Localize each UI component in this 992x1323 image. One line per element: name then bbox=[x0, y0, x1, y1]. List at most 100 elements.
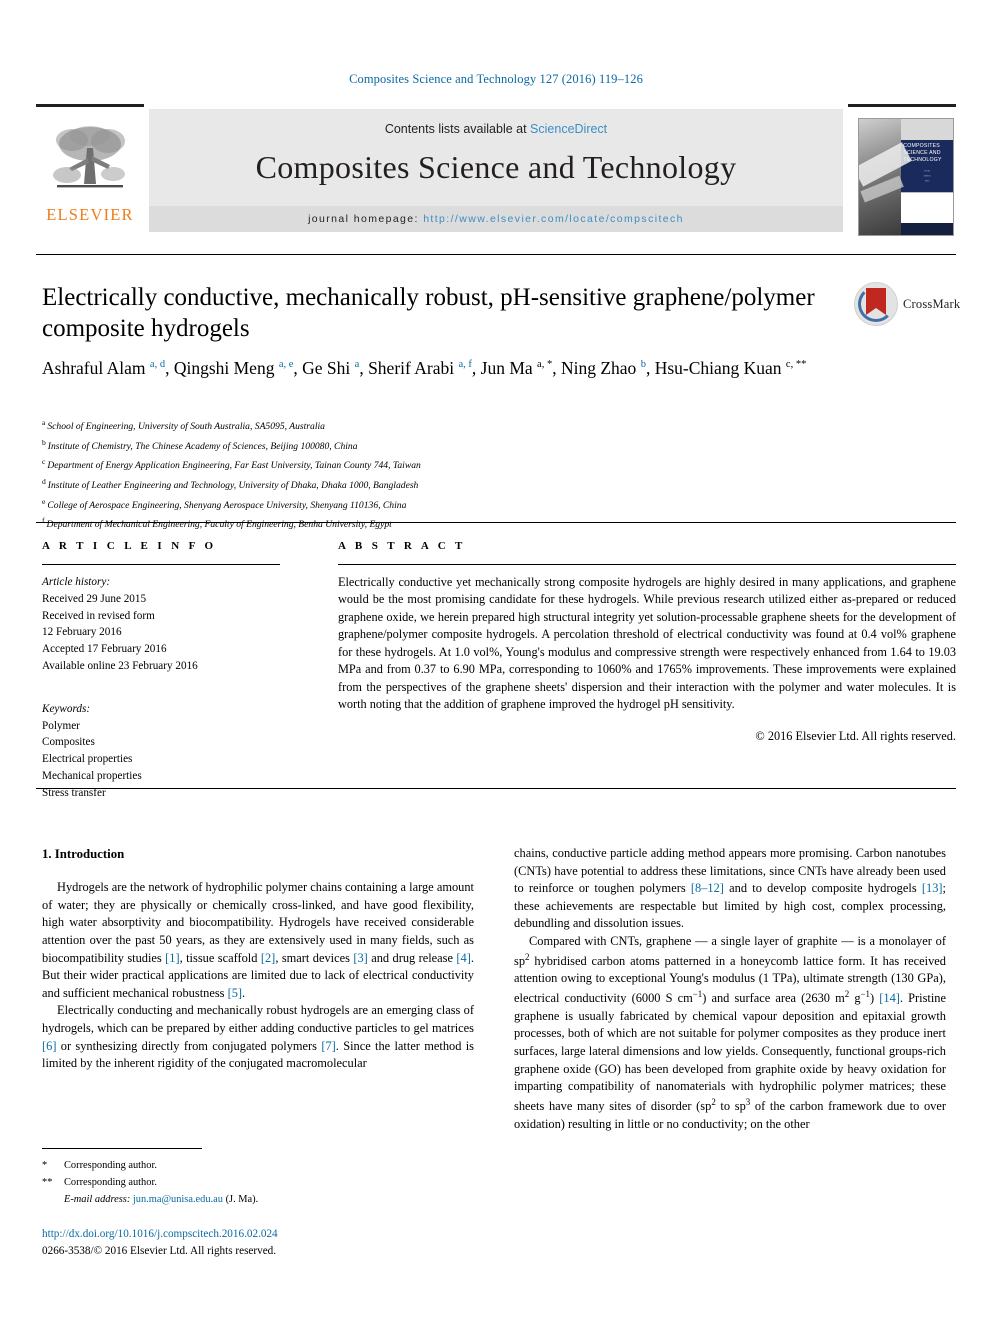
superscript: −1 bbox=[860, 989, 870, 999]
contents-prefix: Contents lists available at bbox=[384, 122, 531, 136]
footnote-corresponding-2: ** Corresponding author. bbox=[42, 1175, 482, 1192]
contents-available-line: Contents lists available at ScienceDirec… bbox=[149, 109, 843, 136]
body-paragraph: chains, conductive particle adding metho… bbox=[514, 846, 946, 931]
body-column-left: 1. Introduction Hydrogels are the networ… bbox=[42, 845, 474, 1073]
intro-paragraphs-left: Hydrogels are the network of hydrophilic… bbox=[42, 879, 474, 1073]
citation-link[interactable]: [1] bbox=[165, 951, 179, 965]
body-column-right: chains, conductive particle adding metho… bbox=[514, 845, 946, 1133]
cover-photo bbox=[859, 119, 902, 235]
section-heading-introduction: 1. Introduction bbox=[42, 847, 125, 861]
citation-link[interactable]: [6] bbox=[42, 1039, 56, 1053]
footnote-mark: * bbox=[42, 1160, 48, 1171]
affiliation-mark: f bbox=[42, 516, 45, 526]
author-name: Ge Shi bbox=[302, 358, 355, 378]
abstract-copyright: © 2016 Elsevier Ltd. All rights reserved… bbox=[755, 728, 956, 743]
article-info-heading: A R T I C L E I N F O bbox=[42, 540, 217, 552]
affiliation-mark: a bbox=[42, 418, 46, 427]
affiliation-item: a School of Engineering, University of So… bbox=[42, 416, 902, 436]
affiliation-item: d Institute of Leather Engineering and Te… bbox=[42, 475, 902, 495]
article-history-label: Article history: bbox=[42, 576, 111, 588]
article-title: Electrically conductive, mechanically ro… bbox=[42, 284, 815, 342]
abstract-block-top-rule bbox=[36, 522, 956, 523]
elsevier-tree-icon bbox=[53, 126, 125, 188]
footnote-divider bbox=[42, 1148, 202, 1149]
keyword-item: Stress transfer bbox=[42, 786, 106, 799]
body-paragraph: Electrically conducting and mechanically… bbox=[42, 1003, 474, 1071]
history-line: Accepted 17 February 2016 bbox=[42, 643, 167, 656]
crossmark-badge[interactable]: CrossMark bbox=[854, 281, 966, 327]
footnote-email-line: E-mail address: jun.ma@unisa.edu.au (J. … bbox=[42, 1192, 482, 1209]
keyword-item: Polymer bbox=[42, 719, 80, 732]
doi-link[interactable]: http://dx.doi.org/10.1016/j.compscitech.… bbox=[42, 1226, 278, 1243]
author-affiliation-marks: a, d bbox=[149, 359, 166, 371]
keyword-item: Electrical properties bbox=[42, 753, 133, 766]
author-name: Qingshi Meng bbox=[173, 358, 279, 378]
article-info-rule bbox=[42, 564, 280, 565]
citation-link[interactable]: [5] bbox=[228, 986, 242, 1000]
article-history-lines: Received 29 June 2015 Received in revise… bbox=[42, 591, 280, 675]
history-line: Received in revised form bbox=[42, 609, 155, 622]
superscript: 3 bbox=[745, 1096, 751, 1107]
affiliation-item: f Department of Mechanical Engineering, F… bbox=[42, 514, 902, 534]
affiliation-text: Institute of Chemistry, The Chinese Acad… bbox=[47, 440, 358, 452]
author-affiliation-marks: c, ** bbox=[785, 359, 807, 371]
email-address-link[interactable]: jun.ma@unisa.edu.au bbox=[133, 1194, 223, 1205]
affiliation-mark: e bbox=[42, 496, 46, 506]
cover-title-line-2: SCIENCE AND bbox=[903, 149, 941, 156]
abstract-rule bbox=[338, 564, 956, 565]
cover-title-band: COMPOSITES SCIENCE AND TECHNOLOGY ••••• •… bbox=[901, 139, 953, 193]
author-name: Jun Ma bbox=[480, 358, 538, 378]
citation-link[interactable]: [13] bbox=[922, 881, 943, 895]
body-paragraph: Compared with CNTs, graphene — a single … bbox=[514, 934, 946, 1131]
affiliation-text: Department of Energy Application Enginee… bbox=[47, 460, 421, 472]
elsevier-wordmark: ELSEVIER bbox=[46, 205, 134, 224]
history-line: Received 29 June 2015 bbox=[42, 592, 147, 605]
masthead-rule-right bbox=[848, 104, 956, 107]
journal-homepage-bar: journal homepage: http://www.elsevier.co… bbox=[149, 206, 843, 232]
article-info-column: A R T I C L E I N F O Article history: R… bbox=[42, 540, 280, 802]
cover-title-line-1: COMPOSITES bbox=[903, 142, 940, 149]
author-name: Hsu-Chiang Kuan bbox=[654, 358, 786, 378]
elsevier-logo: ELSEVIER bbox=[42, 118, 138, 230]
title-divider bbox=[36, 254, 956, 255]
affiliation-list: a School of Engineering, University of So… bbox=[42, 416, 902, 534]
journal-cover-thumbnail: COMPOSITES SCIENCE AND TECHNOLOGY ••••• •… bbox=[858, 118, 954, 236]
citation-link[interactable]: [7] bbox=[321, 1039, 335, 1053]
footnote-mark: ** bbox=[42, 1176, 53, 1188]
email-address-label: E-mail address: bbox=[64, 1193, 131, 1205]
author-affiliation-marks: b bbox=[640, 359, 646, 371]
author-name: Ashraful Alam bbox=[42, 358, 150, 378]
superscript: 2 bbox=[525, 951, 530, 962]
citation-link[interactable]: [2] bbox=[261, 951, 275, 965]
citation-link[interactable]: [4] bbox=[456, 951, 470, 965]
footnote-text: Corresponding author. bbox=[64, 1160, 157, 1171]
affiliation-item: b Institute of Chemistry, The Chinese Aca… bbox=[42, 436, 902, 456]
footnote-corresponding-1: * Corresponding author. bbox=[42, 1158, 482, 1175]
sciencedirect-link[interactable]: ScienceDirect bbox=[530, 122, 607, 136]
author-name: Ning Zhao bbox=[560, 358, 641, 378]
homepage-label: journal homepage: bbox=[308, 213, 419, 225]
citation-link[interactable]: [8–12] bbox=[691, 881, 724, 895]
citation-link[interactable]: [3] bbox=[353, 951, 367, 965]
abstract-column: A B S T R A C T Electrically conductive … bbox=[338, 540, 956, 744]
affiliation-mark: b bbox=[42, 437, 46, 447]
cover-header-band bbox=[901, 119, 953, 140]
affiliation-text: College of Aerospace Engineering, Shenya… bbox=[47, 499, 407, 511]
affiliation-text: School of Engineering, University of Sou… bbox=[47, 421, 325, 433]
journal-masthead: ELSEVIER Contents lists available at Sci… bbox=[36, 104, 956, 236]
author-affiliation-marks: a, e bbox=[278, 359, 294, 371]
homepage-url-link[interactable]: http://www.elsevier.com/locate/compscite… bbox=[423, 213, 684, 225]
superscript: −1 bbox=[692, 989, 703, 999]
author-list: Ashraful Alam a, d, Qingshi Meng a, e, G… bbox=[42, 358, 807, 378]
affiliation-mark: d bbox=[42, 477, 46, 487]
affiliation-text: Institute of Leather Engineering and Tec… bbox=[47, 480, 419, 492]
crossmark-icon bbox=[854, 282, 898, 326]
footnote-text: Corresponding author. bbox=[64, 1176, 157, 1188]
abstract-heading: A B S T R A C T bbox=[338, 540, 466, 552]
history-line: 12 February 2016 bbox=[42, 626, 122, 639]
keyword-item: Mechanical properties bbox=[42, 769, 142, 782]
cover-subtext: ••••• •••••• •••• bbox=[923, 168, 931, 184]
citation-link[interactable]: [14] bbox=[879, 991, 900, 1005]
cover-text-panel: COMPOSITES SCIENCE AND TECHNOLOGY ••••• •… bbox=[901, 119, 953, 235]
affiliation-item: e College of Aerospace Engineering, Sheny… bbox=[42, 495, 902, 515]
